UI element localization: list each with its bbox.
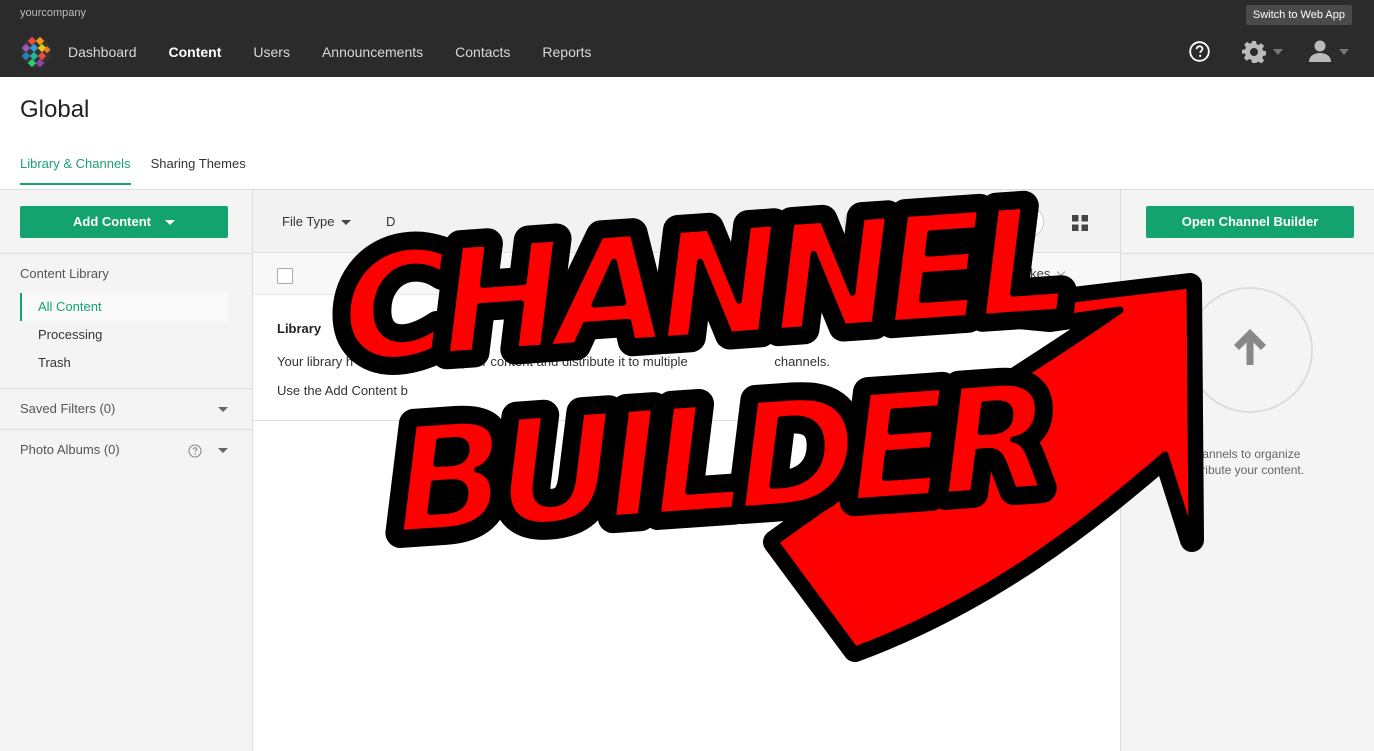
comments-column-header[interactable]: Comments [910,266,989,281]
nav-content[interactable]: Content [169,44,222,60]
chevron-down-icon [1057,267,1066,277]
comments-label: Comments [910,266,973,281]
grid-view-icon[interactable] [1072,215,1088,231]
file-type-filter[interactable]: File Type [282,214,351,229]
gear-icon[interactable] [1242,40,1266,64]
top-bar: yourcompany Switch to Web App Dashboard … [0,0,1374,77]
nav-dashboard[interactable]: Dashboard [68,44,137,60]
chevron-down-icon [979,267,989,277]
user-avatar-icon[interactable] [1308,40,1332,62]
nav-contacts[interactable]: Contacts [455,44,510,60]
content-toolbar: File Type D [253,190,1120,253]
upload-placeholder [1187,287,1313,413]
select-all-checkbox[interactable] [277,268,293,284]
overlay-title-line2: BUILDER [388,351,1049,568]
library-title: Library [277,321,322,336]
photo-albums-toggle[interactable]: Photo Albums (0) [20,442,120,457]
date-filter[interactable]: D [386,214,395,229]
nav-users[interactable]: Users [253,44,290,60]
help-icon[interactable] [188,444,202,458]
divider [0,388,253,389]
arrow-up-icon [1234,329,1266,365]
company-name: yourcompany [20,7,87,19]
channel-help-text: hannels to organize stribute your conten… [1191,447,1305,477]
caret-down-icon [164,220,175,226]
nav-announcements[interactable]: Announcements [322,44,423,60]
file-type-label: File Type [282,214,335,229]
list-header: Comments Likes [253,254,1120,295]
overlay-title-line2-outline: BUILDER [388,351,1049,568]
library-instructions: Use the Add Content b [277,383,408,398]
app-logo-icon[interactable] [20,36,52,68]
chevron-down-icon[interactable] [1339,49,1349,55]
likes-label: Likes [1020,266,1051,281]
add-content-button[interactable]: Add Content [20,206,228,238]
divider [253,420,1120,421]
caret-down-icon[interactable] [218,407,228,412]
divider [1121,253,1374,254]
tab-library-channels[interactable]: Library & Channels [20,156,131,185]
nav-reports[interactable]: Reports [542,44,591,60]
search-input[interactable] [877,213,1027,233]
channel-panel: Open Channel Builder hannels to organize… [1120,190,1374,751]
caret-down-icon[interactable] [218,448,228,453]
divider [0,253,253,254]
help-icon[interactable] [1189,41,1210,62]
caret-down-icon [340,220,351,226]
content-library-heading: Content Library [20,266,109,281]
tabs: Library & Channels Sharing Themes [20,156,266,185]
sidebar: Add Content Content Library All Content … [0,190,253,751]
likes-column-header[interactable]: Likes [1020,266,1066,281]
page-title: Global [20,96,90,123]
switch-to-web-app-button[interactable]: Switch to Web App [1245,5,1352,25]
chevron-down-icon[interactable] [1273,49,1283,55]
tab-sharing-themes[interactable]: Sharing Themes [151,156,246,185]
main-nav: Dashboard Content Users Announcements Co… [68,44,623,60]
saved-filters-toggle[interactable]: Saved Filters (0) [20,401,115,416]
search-box[interactable] [844,206,1044,238]
sidebar-item-all-content[interactable]: All Content [20,293,228,321]
sidebar-item-processing[interactable]: Processing [20,321,228,349]
open-channel-builder-button[interactable]: Open Channel Builder [1146,206,1354,238]
add-content-label: Add Content [73,214,151,229]
divider [0,429,253,430]
search-icon [855,216,869,230]
library-description: Your library h age your content and dist… [277,354,831,369]
sidebar-item-trash[interactable]: Trash [20,349,228,377]
